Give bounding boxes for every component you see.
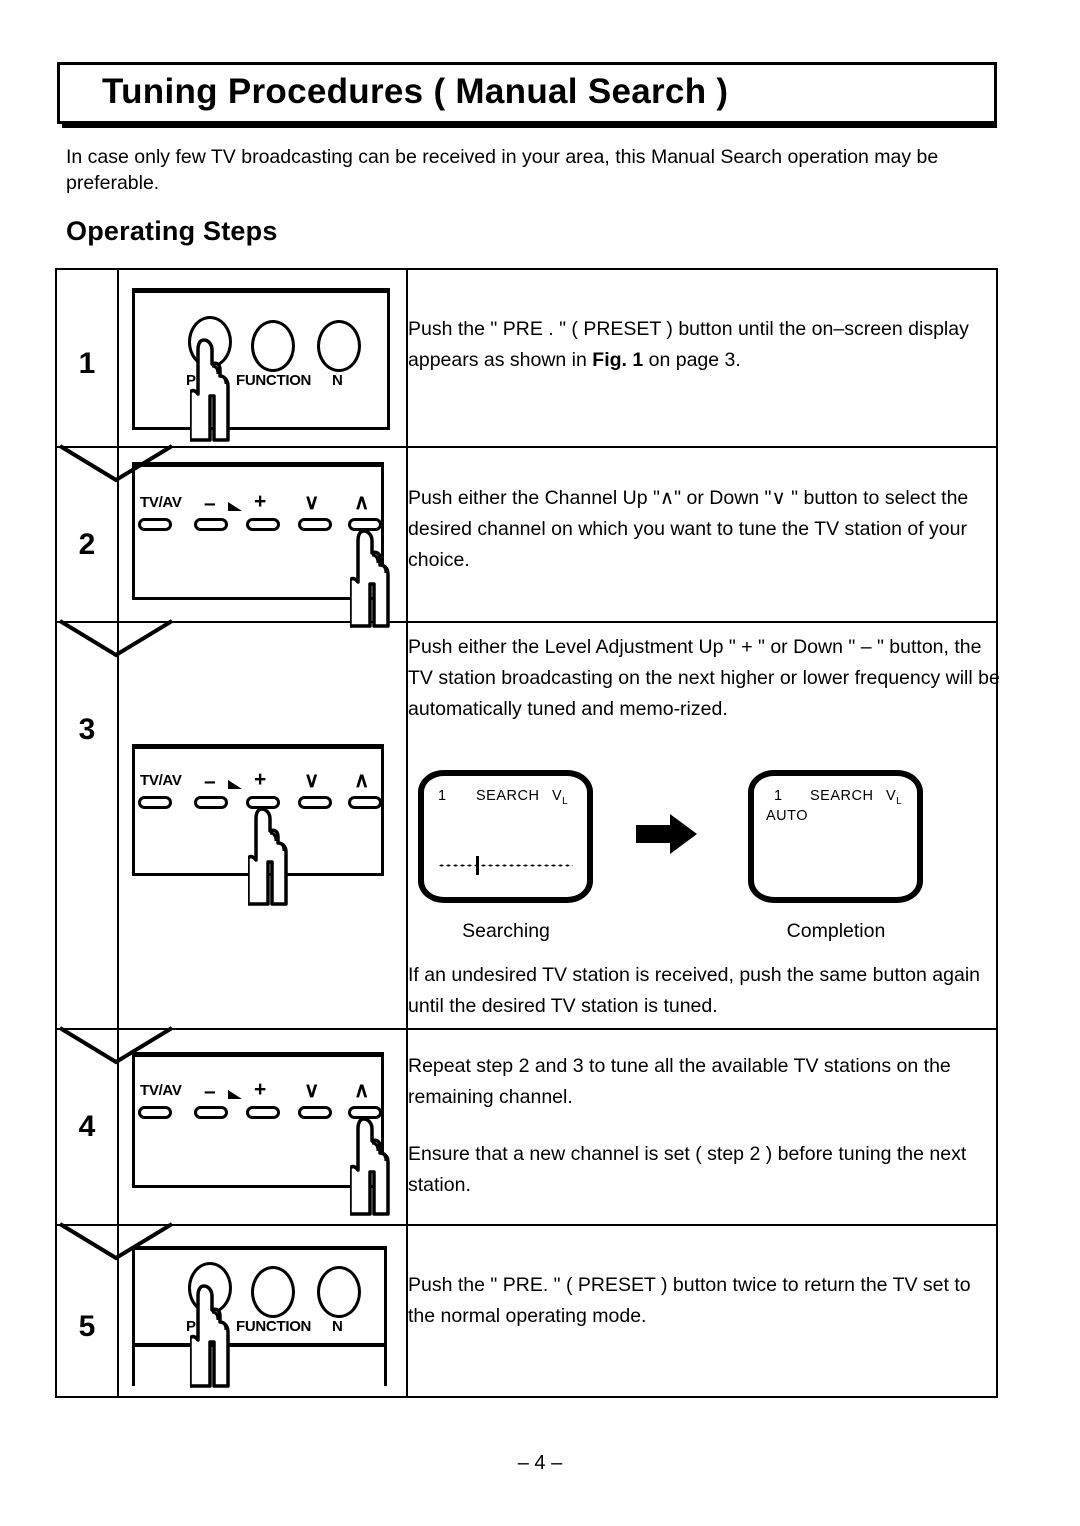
step-number-3: 3 [78,713,96,746]
panel-left-edge-3 [132,744,135,876]
minus-label-3: – [204,770,216,793]
panel-top-edge-5 [132,1246,387,1250]
step-3-paragraph-1: Push either the Level Adjustment Up " + … [408,636,1000,720]
step-figure-1: P FUNCTION N [119,280,406,442]
step-figure-4: TV/AV – + ∨ ∧ [119,1046,406,1216]
panel-top-edge-3 [132,744,384,749]
step-4-paragraph-2: Ensure that a new channel is set ( step … [408,1143,967,1196]
osd-channel-completion: 1 [774,788,783,804]
step-number-1: 1 [78,347,96,380]
step-text-1: Push the " PRE . " ( PRESET ) button unt… [408,314,1000,376]
volume-wedge-icon-2 [228,502,242,511]
caption-searching: Searching [462,920,550,942]
n-label-5: N [332,1318,343,1335]
table-row-divider-4 [57,1224,996,1226]
channel-down-label-3: ∨ [304,769,320,792]
panel-right-edge-1 [387,288,390,430]
step-number-2: 2 [78,528,96,561]
step-figure-5: P FUNCTION N [119,1242,406,1397]
step-text-3: Push either the Level Adjustment Up " + … [408,632,1000,725]
osd-auto-completion: AUTO [766,808,809,824]
plus-label-4: + [254,1078,266,1101]
n-label-1: N [332,372,343,389]
volume-wedge-icon-4 [228,1090,242,1099]
level-down-button-4[interactable] [194,1106,228,1119]
pointing-hand-icon-5 [188,1282,270,1397]
volume-wedge-icon-3 [228,780,242,789]
pointing-hand-icon-1 [188,336,270,451]
osd-tuning-cursor [476,856,479,875]
search-progress-figures: 1 SEARCH VL Searching 1 SEARCH VL AUTO C… [408,770,1000,960]
panel-left-edge-5 [132,1246,135,1386]
table-row-divider-2 [57,621,996,623]
osd-channel-searching: 1 [438,788,447,804]
panel-bottom-edge-4 [132,1185,384,1188]
tv-av-button-2[interactable] [138,518,172,531]
channel-up-label-3: ∧ [354,769,370,792]
osd-band-searching: VL [552,788,569,807]
channel-up-label-2: ∧ [354,491,370,514]
channel-up-button-3[interactable] [348,796,382,809]
plus-label-2: + [254,490,266,513]
pointing-hand-icon-3 [246,806,328,913]
page-title-banner: Tuning Procedures ( Manual Search ) [57,62,997,128]
panel-right-edge-3 [381,744,384,876]
section-heading: Operating Steps [66,216,278,246]
caption-completion: Completion [786,920,886,942]
tv-av-label-2: TV/AV [140,494,182,511]
panel-left-edge-2 [132,462,135,600]
step-1-paragraph-1: Push the " PRE . " ( PRESET ) button unt… [408,318,969,371]
panel-left-edge-1 [132,288,135,430]
tv-screen-searching: 1 SEARCH VL [418,770,593,903]
step-3-paragraph-2: If an undesired TV station is received, … [408,964,980,1017]
minus-label-4: – [204,1080,216,1103]
osd-mode-searching: SEARCH [476,788,540,804]
n-button-1[interactable] [317,320,361,372]
operating-steps-table: 1 P FUNCTION N Push the " PRE . " (PRES… [55,268,1000,1398]
channel-up-label-4: ∧ [354,1079,370,1102]
tv-av-button-3[interactable] [138,796,172,809]
osd-tuning-scale [438,864,573,867]
plus-label-3: + [254,768,266,791]
channel-down-label-2: ∨ [304,491,320,514]
panel-right-edge-5 [384,1246,387,1386]
tv-av-label-4: TV/AV [140,1082,182,1099]
tv-av-button-4[interactable] [138,1106,172,1119]
channel-down-button-4[interactable] [298,1106,332,1119]
step-5-paragraph-1: Push the " PRE. " ( PRESET ) button twic… [408,1274,971,1327]
level-down-button-2[interactable] [194,518,228,531]
level-down-button-3[interactable] [194,796,228,809]
osd-band-completion: VL [886,788,903,807]
panel-left-edge-4 [132,1052,135,1188]
channel-down-label-4: ∨ [304,1079,320,1102]
minus-label-2: – [204,492,216,515]
step-flow-arrow-2 [58,607,176,658]
tv-screen-completion: 1 SEARCH VL AUTO [748,770,923,903]
n-button-5[interactable] [317,1266,361,1318]
page-number: – 4 – [517,1452,563,1474]
step-4-paragraph-1: Repeat step 2 and 3 to tune all the avai… [408,1055,951,1108]
channel-down-button-2[interactable] [298,518,332,531]
step-figure-2: TV/AV – + ∨ ∧ [119,456,406,628]
step-figure-3: TV/AV – + ∨ ∧ [119,738,406,906]
osd-mode-completion: SEARCH [810,788,874,804]
intro-paragraph: In case only few TV broadcasting can be … [66,146,939,194]
panel-top-edge-1 [132,288,390,293]
step-text-3b: If an undesired TV station is received, … [408,960,1000,1022]
panel-top-edge-4 [132,1052,384,1057]
step-2-paragraph-1: Push either the Channel Up "∧" or Down "… [408,487,969,571]
transition-arrow-icon [636,812,698,856]
table-row-divider-3 [57,1028,996,1030]
level-up-button-4[interactable] [246,1106,280,1119]
step-text-5: Push the " PRE. " ( PRESET ) button twic… [408,1270,1000,1332]
level-up-button-2[interactable] [246,518,280,531]
step-number-4: 4 [78,1110,96,1143]
tv-av-label-3: TV/AV [140,772,182,789]
panel-top-edge-2 [132,462,384,467]
panel-bottom-edge-2 [132,597,384,600]
step-number-5: 5 [78,1310,96,1343]
step-text-2: Push either the Channel Up "∧" or Down "… [408,483,1000,576]
step-text-4: Repeat step 2 and 3 to tune all the avai… [408,1051,1000,1201]
page-title: Tuning Procedures ( Manual Search ) [102,72,729,112]
